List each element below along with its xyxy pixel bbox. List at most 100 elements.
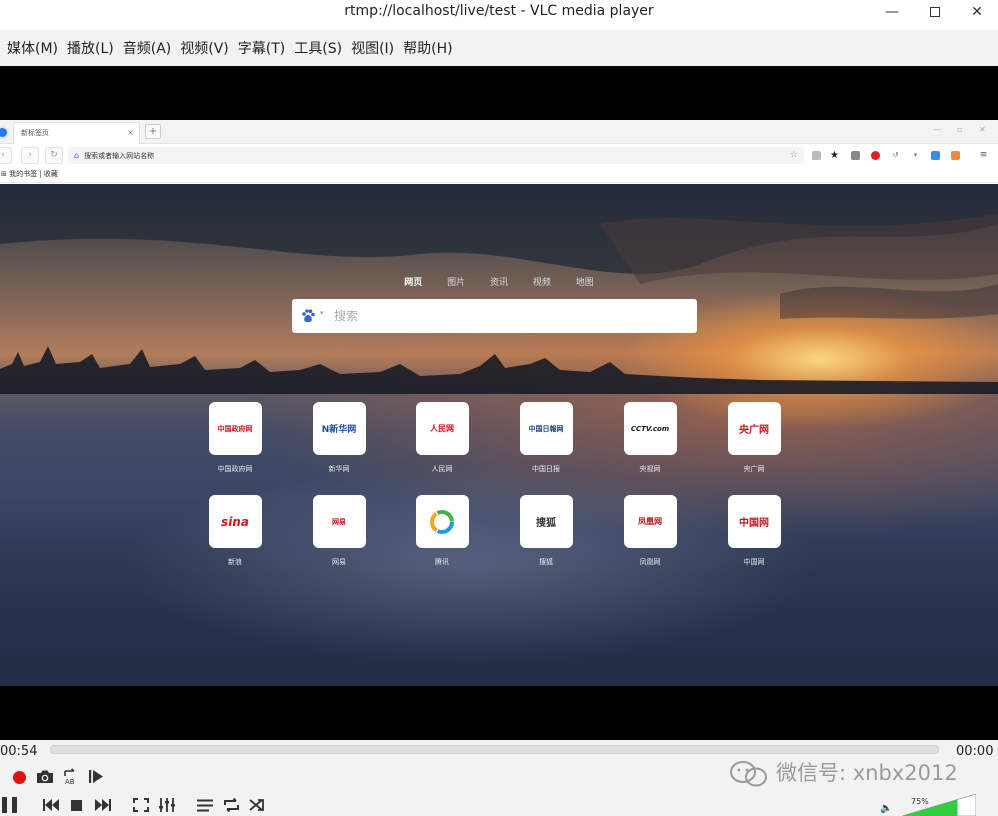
bookmark-links: 我的书签 | 收藏 bbox=[9, 170, 58, 178]
playlist-button[interactable] bbox=[196, 796, 214, 814]
wechat-watermark: 微信号: xnbx2012 bbox=[776, 761, 958, 785]
browser-tab-title: 新标签页 bbox=[21, 129, 49, 137]
site-logo: N新华网 bbox=[321, 425, 357, 435]
ext-orange-icon bbox=[951, 151, 960, 160]
volume-slider[interactable] bbox=[902, 794, 976, 816]
previous-icon bbox=[42, 799, 59, 811]
shuffle-icon bbox=[249, 799, 264, 811]
stop-button[interactable] bbox=[68, 796, 84, 814]
shuffle-button[interactable] bbox=[248, 796, 266, 814]
fullscreen-icon bbox=[133, 798, 149, 812]
browser-tab-bar: 新标签页 × + — ▫ ✕ bbox=[0, 120, 998, 144]
site-label: 央广网 bbox=[743, 465, 765, 473]
menu-video[interactable]: 视频(V) bbox=[180, 38, 229, 58]
site-label: 搜狐 bbox=[539, 558, 553, 566]
site-label: 人民网 bbox=[431, 465, 453, 473]
search-tab-images: 图片 bbox=[447, 278, 466, 288]
camera-icon bbox=[37, 770, 53, 783]
search-box: ▾ bbox=[292, 299, 697, 333]
video-area[interactable]: 新标签页 × + — ▫ ✕ ‹ › ↻ ⌂ 搜索或者输入网站名称 ☆ ★ ↺ ▾… bbox=[0, 66, 998, 740]
pause-icon bbox=[2, 797, 17, 813]
ext-down-icon: ▾ bbox=[913, 151, 918, 159]
site-tile-people: 人民网 人民网 bbox=[402, 402, 482, 474]
menu-help[interactable]: 帮助(H) bbox=[403, 38, 452, 58]
tencent-logo-icon bbox=[430, 509, 454, 534]
site-tile-xinhua: N新华网 新华网 bbox=[299, 402, 379, 474]
record-button[interactable] bbox=[10, 768, 28, 786]
extended-settings-button[interactable] bbox=[157, 796, 177, 814]
next-button[interactable] bbox=[93, 796, 111, 814]
ext-screen-icon bbox=[812, 151, 821, 160]
previous-button[interactable] bbox=[42, 796, 60, 814]
favorites-star-icon: ★ bbox=[830, 150, 839, 161]
minimize-icon: — bbox=[885, 4, 899, 20]
site-label: 央视网 bbox=[639, 465, 661, 473]
next-icon bbox=[94, 799, 111, 811]
menu-bar: 媒体(M) 播放(L) 音频(A) 视频(V) 字幕(T) 工具(S) 视图(I… bbox=[0, 30, 998, 66]
browser-restore-icon: ▫ bbox=[957, 125, 963, 134]
close-button[interactable]: ✕ bbox=[954, 0, 998, 24]
menu-playback[interactable]: 播放(L) bbox=[67, 38, 114, 58]
pause-button[interactable] bbox=[0, 796, 20, 814]
site-logo: CCTV.com bbox=[630, 424, 670, 433]
elapsed-time: 00:54 bbox=[0, 744, 38, 759]
loop-icon bbox=[223, 798, 239, 812]
window-title: rtmp://localhost/live/test - VLC media p… bbox=[344, 3, 654, 19]
new-tab-page: 网页 图片 资讯 视频 地图 ▾ 中国政府网 中国政府网 bbox=[0, 184, 998, 686]
browser-menu-icon: ≡ bbox=[979, 150, 988, 160]
ext-refresh-icon: ↺ bbox=[892, 151, 899, 159]
browser-close-icon: ✕ bbox=[979, 125, 986, 134]
site-logo: 网易 bbox=[332, 517, 346, 526]
fullscreen-button[interactable] bbox=[132, 796, 150, 814]
site-tile-ifeng: 凤凰网 凤凰网 bbox=[610, 495, 690, 567]
close-icon: ✕ bbox=[971, 4, 983, 20]
snapshot-button[interactable] bbox=[35, 767, 55, 785]
site-tile-gov: 中国政府网 中国政府网 bbox=[195, 402, 275, 474]
engine-dropdown-icon: ▾ bbox=[320, 309, 324, 317]
home-icon: ⌂ bbox=[74, 151, 80, 160]
browser-url-box: ⌂ 搜索或者输入网站名称 ☆ bbox=[68, 147, 804, 164]
site-logo: 央广网 bbox=[739, 425, 769, 436]
search-tab-news: 资讯 bbox=[489, 278, 508, 288]
record-icon bbox=[12, 770, 26, 784]
svg-text:AB: AB bbox=[65, 778, 75, 785]
total-time: 00:00 bbox=[956, 744, 994, 759]
menu-view[interactable]: 视图(I) bbox=[351, 38, 394, 58]
search-category-tabs: 网页 图片 资讯 视频 地图 bbox=[0, 275, 998, 288]
frame-step-button[interactable] bbox=[87, 767, 105, 785]
minimize-button[interactable]: — bbox=[869, 0, 915, 24]
speaker-icon[interactable]: 🔈 bbox=[880, 803, 892, 814]
menu-subtitle[interactable]: 字幕(T) bbox=[238, 38, 285, 58]
seek-slider[interactable] bbox=[50, 745, 939, 754]
menu-media[interactable]: 媒体(M) bbox=[7, 38, 58, 58]
site-label: 中国网 bbox=[743, 558, 765, 566]
playlist-icon bbox=[197, 799, 213, 811]
site-label: 网易 bbox=[332, 558, 346, 566]
site-tile-cctv: CCTV.com 央视网 bbox=[610, 402, 690, 474]
forward-icon: › bbox=[21, 147, 39, 164]
site-logo: sina bbox=[221, 514, 249, 529]
loop-button[interactable] bbox=[222, 796, 240, 814]
loop-ab-button[interactable]: AB bbox=[62, 767, 80, 785]
maximize-button[interactable] bbox=[912, 0, 958, 24]
site-tile-chinadaily: 中国日報网 中国日报 bbox=[506, 402, 586, 474]
search-input bbox=[334, 305, 684, 327]
site-logo: 中国政府网 bbox=[217, 424, 253, 433]
site-label: 中国日报 bbox=[532, 465, 560, 473]
browser-url-placeholder: 搜索或者输入网站名称 bbox=[84, 152, 155, 160]
stop-icon bbox=[70, 799, 82, 811]
menu-audio[interactable]: 音频(A) bbox=[123, 38, 172, 58]
frame-step-icon bbox=[89, 769, 103, 783]
bookmark-bar: ⊞ 我的书签 | 收藏 bbox=[0, 167, 998, 183]
equalizer-icon bbox=[159, 798, 175, 812]
baidu-paw-icon bbox=[302, 309, 315, 323]
back-icon: ‹ bbox=[0, 147, 12, 164]
site-tile-sina: sina 新浪 bbox=[195, 495, 275, 567]
ext-shield-icon bbox=[931, 151, 940, 160]
menu-tools[interactable]: 工具(S) bbox=[294, 38, 342, 58]
browser-tab: 新标签页 × bbox=[13, 122, 140, 144]
loop-ab-icon: AB bbox=[64, 767, 75, 785]
site-tile-cnr: 央广网 央广网 bbox=[714, 402, 794, 474]
streamed-browser-window: 新标签页 × + — ▫ ✕ ‹ › ↻ ⌂ 搜索或者输入网站名称 ☆ ★ ↺ ▾… bbox=[0, 120, 998, 686]
site-tile-sohu: 搜狐 搜狐 bbox=[506, 495, 586, 567]
